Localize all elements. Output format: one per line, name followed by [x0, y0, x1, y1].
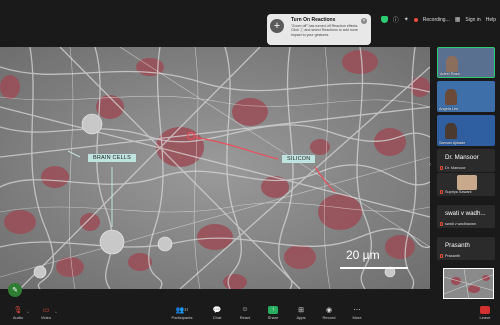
react-label: React	[239, 315, 251, 320]
mic-muted-icon	[440, 222, 443, 226]
reactions-notification: + Turn On Reactions "Zoom off" has turne…	[267, 14, 371, 45]
leave-icon	[480, 305, 490, 314]
scale-bar	[340, 267, 408, 269]
participant-name: Adeel Raza	[440, 72, 460, 76]
video-label: Video	[40, 315, 52, 320]
microphone-muted-icon: 🎙	[13, 306, 23, 314]
self-view-thumbnail[interactable]	[443, 268, 494, 299]
audio-options-chevron-icon[interactable]: ^	[27, 310, 29, 315]
name-tile-3[interactable]: swati v wadh... swati v wadhawan	[437, 205, 495, 228]
self-view-image	[444, 269, 493, 298]
share-screen-icon: ↑	[268, 305, 278, 314]
participants-button[interactable]: 👥 37 Participants	[168, 305, 196, 321]
participants-count: 37	[184, 307, 189, 312]
video-off-icon: ▭	[42, 306, 50, 314]
grid-view-icon[interactable]: ▦	[455, 16, 461, 23]
react-button[interactable]: ☺ React	[231, 305, 259, 320]
name-tile-2[interactable]: Supriya Sawant	[437, 173, 495, 196]
reactions-icon[interactable]: ✦	[404, 16, 409, 23]
participant-name: Angela Lee	[439, 107, 459, 111]
participant-name: Samuel Ajibade	[439, 141, 466, 145]
recording-dot-icon	[413, 17, 418, 22]
more-icon: ⋯	[353, 306, 361, 314]
participant-name: Prasanth	[445, 254, 461, 258]
participant-display-name: Dr. Mansoor	[445, 154, 479, 161]
participant-name: Dr. Mansoor	[445, 166, 466, 170]
chat-label: Chat	[212, 315, 222, 320]
record-label: Record	[322, 315, 336, 320]
name-tile-1[interactable]: Dr. Mansoor Dr. Mansoor	[437, 149, 495, 172]
silicon-label: SILICON	[282, 155, 316, 163]
participant-avatar	[457, 175, 477, 190]
share-button[interactable]: ↑ Share	[259, 305, 287, 320]
audio-label: Audio	[12, 315, 24, 320]
video-tile-1[interactable]: Adeel Raza	[437, 47, 495, 78]
mic-muted-icon	[440, 254, 443, 258]
smiley-icon: ☺	[241, 306, 249, 313]
participant-name: Supriya Sawant	[445, 190, 472, 194]
mic-muted-icon	[440, 166, 443, 170]
apps-icon: ⊞	[298, 306, 304, 314]
collapse-panel-icon[interactable]: ‹	[429, 162, 431, 168]
close-icon[interactable]: ×	[361, 18, 367, 24]
participants-label: Participants	[171, 315, 193, 320]
scale-text: 20 µm	[346, 248, 380, 262]
more-button[interactable]: ⋯ More	[343, 305, 371, 321]
recording-label[interactable]: Recording...	[423, 17, 450, 23]
participant-video	[445, 89, 457, 105]
leave-label: Leave	[479, 315, 491, 320]
chat-button[interactable]: 💬 Chat	[203, 305, 231, 321]
zoom-meeting-window: ⓘ ✦ Recording... ▦ Sign in Help + Turn O…	[0, 0, 500, 325]
participants-gallery: Adeel Raza Angela Lee Samuel Ajibade Dr.…	[433, 45, 500, 305]
notification-title: Turn On Reactions	[291, 17, 336, 23]
video-options-chevron-icon[interactable]: ^	[55, 310, 57, 315]
sign-in-link[interactable]: Sign in	[465, 17, 480, 23]
shared-screen: BRAIN CELLS SILICON 20 µm	[0, 47, 430, 289]
top-bar: ⓘ ✦ Recording... ▦ Sign in Help	[0, 0, 500, 42]
video-tile-3[interactable]: Samuel Ajibade	[437, 115, 495, 146]
top-right-status: ⓘ ✦ Recording... ▦ Sign in Help	[380, 15, 496, 24]
chat-icon: 💬	[212, 306, 222, 314]
add-reaction-icon: +	[270, 19, 284, 33]
notification-message: "Zoom off" has turned off Reaction effec…	[291, 24, 359, 37]
security-shield-icon[interactable]	[380, 16, 388, 23]
record-icon: ◉	[325, 306, 333, 314]
more-label: More	[352, 315, 362, 320]
video-tile-2[interactable]: Angela Lee	[437, 81, 495, 112]
annotate-pen-icon[interactable]: ✎	[8, 283, 22, 297]
leave-button[interactable]: Leave	[471, 305, 499, 320]
participants-icon: 👥 37	[175, 306, 189, 314]
name-tile-4[interactable]: Prasanth Prasanth	[437, 237, 495, 260]
participant-video	[445, 123, 457, 139]
help-link[interactable]: Help	[486, 17, 496, 23]
record-button[interactable]: ◉ Record	[315, 305, 343, 321]
meeting-controls-bar: 🎙 Audio ^ ▭ Video ^ 👥 37 Participants 💬 C…	[0, 303, 500, 325]
apps-button[interactable]: ⊞ Apps	[287, 305, 315, 321]
info-icon[interactable]: ⓘ	[393, 15, 399, 24]
share-label: Share	[267, 315, 279, 320]
apps-label: Apps	[296, 315, 306, 320]
participant-display-name: swati v wadh...	[445, 210, 486, 217]
mic-muted-icon	[440, 190, 443, 194]
participant-display-name: Prasanth	[445, 242, 470, 249]
participant-video	[446, 56, 458, 72]
brain-cells-label: BRAIN CELLS	[88, 154, 136, 162]
participant-name: swati v wadhawan	[445, 222, 476, 226]
